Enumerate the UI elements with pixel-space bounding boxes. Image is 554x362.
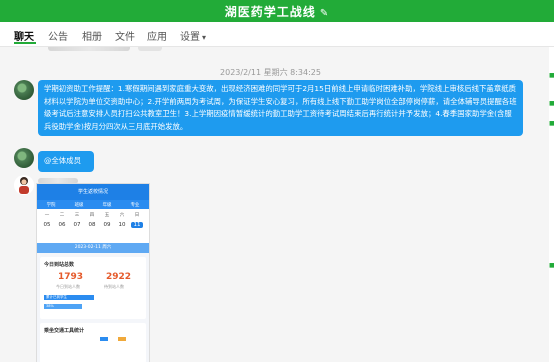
chevron-down-icon: ▾ bbox=[202, 33, 207, 42]
weekday: 三 bbox=[74, 213, 80, 218]
tab-settings-label: 设置 bbox=[180, 32, 200, 43]
image-tab: 年级 bbox=[102, 202, 112, 208]
tab-apps[interactable]: 应用 bbox=[147, 28, 167, 43]
image-stats-card: 今日到站总数 1793 2922 今日到站人数 待到站人数 累计已到学生 38% bbox=[40, 257, 146, 319]
side-panel-edge bbox=[549, 47, 554, 362]
image-calendar: 一 二 三 四 五 六 日 05 06 07 08 09 10 11 bbox=[37, 209, 149, 243]
weekday: 六 bbox=[119, 213, 125, 218]
image-tab: 专业 bbox=[130, 202, 140, 208]
message-bubble-mention[interactable]: @全体成员 bbox=[38, 151, 94, 172]
message-bubble[interactable]: 学期初资助工作提醒：1.寒假期间遇到家庭重大变故，出现经济困难的同学可于2月15… bbox=[38, 80, 523, 137]
weekday: 日 bbox=[134, 213, 140, 218]
tab-settings[interactable]: 设置 ▾ bbox=[180, 28, 206, 43]
image-date-bar: 2023-02-11 周六 bbox=[37, 243, 149, 253]
weekday: 四 bbox=[89, 213, 95, 218]
image-transport-card: 乘坐交通工具统计 bbox=[40, 323, 146, 362]
chat-message-area[interactable]: 2023/2/11 星期六 8:34:25 学期初资助工作提醒：1.寒假期间遇到… bbox=[0, 47, 541, 362]
image-tab: 班级 bbox=[74, 202, 84, 208]
edit-name-icon[interactable]: ✎ bbox=[320, 8, 329, 19]
tab-announcement[interactable]: 公告 bbox=[48, 28, 68, 43]
tab-chat[interactable]: 聊天 bbox=[14, 28, 34, 43]
stat-value: 1793 bbox=[58, 272, 84, 282]
calendar-date: 06 bbox=[58, 222, 66, 228]
sender-avatar[interactable] bbox=[14, 148, 34, 168]
window-titlebar: 湖医药学工战线 ✎ bbox=[0, 0, 554, 22]
calendar-date: 08 bbox=[88, 222, 96, 228]
blurred-message bbox=[48, 47, 130, 51]
tab-active-indicator bbox=[14, 42, 36, 44]
weekday: 一 bbox=[44, 213, 50, 218]
weekday: 五 bbox=[104, 213, 110, 218]
group-title: 湖医药学工战线 ✎ bbox=[0, 3, 554, 20]
side-panel-icon[interactable]: ■ bbox=[549, 120, 554, 127]
legend-swatch bbox=[118, 337, 126, 341]
side-panel-icon[interactable]: ■ bbox=[549, 100, 554, 107]
group-tabs: 聊天 公告 相册 文件 应用 设置 ▾ bbox=[0, 22, 554, 47]
calendar-date-selected: 11 bbox=[131, 222, 143, 228]
stats-title: 今日到站总数 bbox=[44, 262, 75, 268]
image-tabs: 学院 班级 年级 专业 bbox=[37, 200, 149, 209]
calendar-date: 09 bbox=[103, 222, 111, 228]
calendar-date: 07 bbox=[73, 222, 81, 228]
stat-label: 今日到站人数 bbox=[56, 284, 80, 289]
group-name: 湖医药学工战线 bbox=[224, 5, 316, 19]
legend-swatch bbox=[100, 337, 108, 341]
side-panel-icon[interactable]: ■ bbox=[549, 262, 554, 269]
shared-image[interactable]: 学生返校情况 学院 班级 年级 专业 一 二 三 四 五 六 日 05 06 0… bbox=[36, 183, 150, 362]
transport-title: 乘坐交通工具统计 bbox=[44, 328, 85, 334]
sender-avatar[interactable] bbox=[14, 80, 34, 100]
sender-avatar[interactable] bbox=[14, 175, 34, 195]
calendar-date: 10 bbox=[118, 222, 126, 228]
person-avatar-icon bbox=[19, 177, 29, 194]
stat-value: 2922 bbox=[106, 272, 132, 282]
image-tab: 学院 bbox=[46, 202, 56, 208]
stat-label: 待到站人数 bbox=[104, 284, 124, 289]
blurred-message bbox=[138, 47, 162, 51]
image-header: 学生返校情况 bbox=[37, 184, 149, 200]
calendar-date: 05 bbox=[43, 222, 51, 228]
tab-album[interactable]: 相册 bbox=[82, 28, 102, 43]
progress-bar: 38% bbox=[44, 304, 82, 309]
tab-files[interactable]: 文件 bbox=[115, 28, 135, 43]
progress-bar: 累计已到学生 bbox=[44, 295, 94, 300]
weekday: 二 bbox=[59, 213, 65, 218]
message-timestamp: 2023/2/11 星期六 8:34:25 bbox=[220, 68, 321, 77]
side-panel-icon[interactable]: ■ bbox=[549, 72, 554, 79]
